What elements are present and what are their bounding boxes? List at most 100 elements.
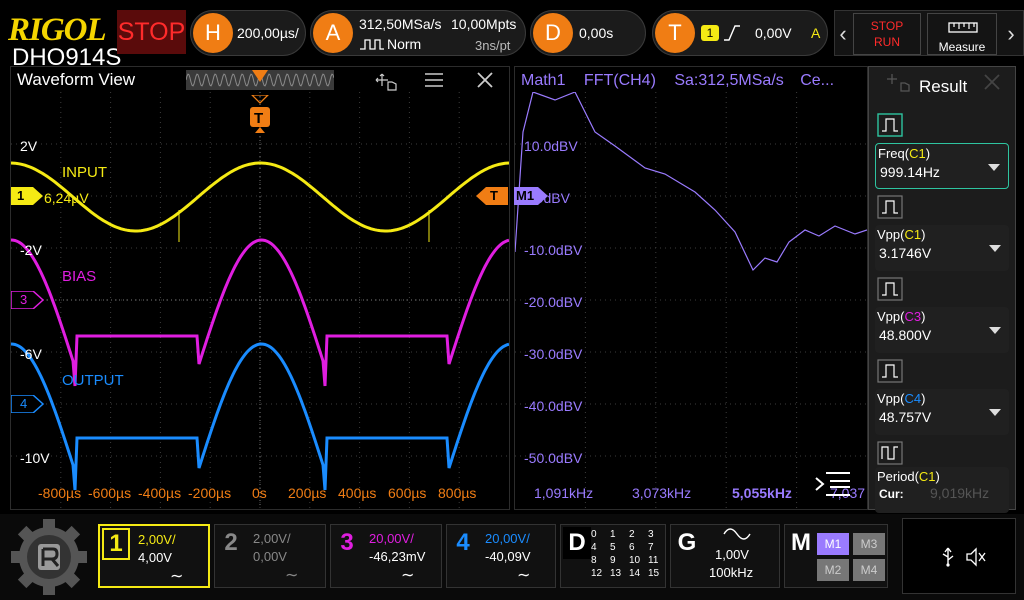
math-ref-control[interactable]: M M1 M3 M2 M4: [784, 524, 888, 588]
ch1-control[interactable]: 1 2,00V/ 4,00V ∼: [98, 524, 210, 588]
trigger-time-label: T: [254, 110, 264, 127]
ch4-control[interactable]: 4 20,00V/ -40,09V ∼: [446, 524, 556, 588]
ch4-scale: 20,00V/: [485, 531, 530, 546]
digital-bit: 12: [591, 568, 603, 579]
sample-rate-value: 312,50MSa/s: [359, 16, 442, 32]
time-label: 0s: [252, 485, 267, 501]
math-ref-label: M: [791, 529, 811, 556]
ch1-number: 1: [102, 528, 130, 560]
freq-label: 1,091kHz: [534, 485, 594, 501]
result-item-vpp-c4[interactable]: Vpp(C4) 48.757V: [875, 389, 1009, 435]
pulse-icon: [877, 113, 903, 137]
measure-button[interactable]: Measure: [927, 13, 997, 55]
digital-label: D: [563, 527, 591, 559]
fft-sample-rate: Sa:312,5MSa/s: [674, 72, 784, 89]
result-label: Period(C1): [877, 469, 940, 484]
digital-bits-grid: 0 1 2 3 4 5 6 7 8 9 10 11 12 13 14 15: [591, 529, 665, 585]
db-label: 10.0dBV: [524, 138, 578, 154]
ruler-icon: [948, 22, 978, 33]
pulse-icon: [877, 277, 903, 301]
result-value: 3.1746V: [879, 245, 932, 261]
rigol-menu-gear-icon[interactable]: [10, 518, 88, 596]
bias-trace-label: BIAS: [62, 268, 97, 285]
ch2-scale: 2,00V/: [253, 531, 291, 546]
trigger-position-marker[interactable]: [252, 70, 268, 82]
trigger-level-marker-label: T: [490, 188, 498, 203]
result-panel: Result Freq(C1) 999.14Hz Vpp(C1) 3.1746V…: [868, 66, 1016, 513]
right-toolbar: ‹ STOP RUN Measure ›: [834, 10, 1024, 56]
ch3-control[interactable]: 3 20,00V/ -46,23mV ∼: [330, 524, 442, 588]
digital-bit: 1: [610, 529, 616, 540]
result-item-vpp-c1[interactable]: Vpp(C1) 3.1746V: [875, 225, 1009, 271]
chevron-down-icon[interactable]: [989, 409, 1001, 416]
chevron-down-icon[interactable]: [988, 164, 1000, 171]
acquire-pill[interactable]: A 312,50MSa/s 10,00Mpts Norm 3ns/pt: [310, 10, 526, 56]
digital-bit: 5: [610, 542, 616, 553]
generator-frequency: 100kHz: [709, 565, 754, 580]
db-label: -20.0dBV: [524, 294, 583, 310]
close-icon[interactable]: [476, 71, 494, 89]
math-marker-label: M1: [516, 188, 535, 203]
digital-control[interactable]: D 0 1 2 3 4 5 6 7 8 9 10 11 12 13 14 15: [560, 524, 666, 588]
time-label: -400µs: [138, 485, 182, 501]
result-item-vpp-c3[interactable]: Vpp(C3) 48.800V: [875, 307, 1009, 353]
horizontal-pill[interactable]: H 200,00µs/: [190, 10, 306, 56]
measure-label: Measure: [938, 40, 986, 54]
digital-bit: 3: [648, 529, 654, 540]
ac-coupling-icon: ∼: [170, 568, 184, 585]
collapse-menu-icon[interactable]: [814, 470, 852, 498]
volt-label: -10V: [20, 450, 50, 466]
chevron-down-icon[interactable]: [989, 245, 1001, 252]
result-label: Vpp(C3): [877, 309, 926, 324]
speaker-muted-icon[interactable]: [965, 547, 987, 567]
ac-coupling-icon: ∼: [285, 567, 299, 584]
close-result-icon[interactable]: [983, 73, 1001, 91]
ch4-number: 4: [456, 529, 470, 556]
stop-run-button[interactable]: STOP RUN: [853, 13, 921, 55]
result-value: 999.14Hz: [880, 164, 940, 180]
result-value: Cur:: [879, 487, 904, 501]
freq-label: 5,055kHz: [732, 485, 792, 501]
result-value: 48.757V: [879, 409, 932, 425]
volt-label: 2V: [20, 138, 38, 154]
ch1-marker-label: 1: [17, 188, 25, 203]
math-item-m4[interactable]: M4: [853, 559, 885, 581]
generator-label: G: [677, 529, 697, 556]
result-value: 48.800V: [879, 327, 932, 343]
ch3-marker[interactable]: [11, 291, 45, 309]
chevron-left-icon[interactable]: ‹: [835, 11, 851, 57]
ch2-control[interactable]: 2 2,00V/ 0,00V ∼: [214, 524, 326, 588]
timebase-value: 200,00µs/: [237, 25, 299, 41]
math-item-m3[interactable]: M3: [853, 533, 885, 555]
touch-gesture-icon[interactable]: [372, 70, 400, 92]
menu-icon[interactable]: [424, 72, 444, 88]
chevron-down-icon[interactable]: [989, 327, 1001, 334]
ch4-marker[interactable]: [11, 395, 45, 413]
generator-amplitude: 1,00V: [715, 547, 749, 562]
trigger-badge: T: [655, 13, 695, 53]
result-title: Result: [919, 77, 968, 96]
fft-center: Ce...: [800, 72, 835, 89]
math-item-m2[interactable]: M2: [817, 559, 849, 581]
delay-pill[interactable]: D 0,00s: [530, 10, 646, 56]
gear-tooth: [43, 583, 55, 595]
db-label: -30.0dBV: [524, 346, 583, 362]
chevron-right-icon[interactable]: ›: [1003, 11, 1019, 57]
trigger-pill[interactable]: T 1 0,00V A: [652, 10, 828, 56]
digital-bit: 9: [610, 555, 616, 566]
waveform-plot[interactable]: [11, 92, 509, 508]
touch-icon: [887, 74, 910, 92]
result-label: Freq(C1): [878, 146, 931, 161]
input-trace-label: INPUT: [62, 164, 107, 181]
digital-bit: 13: [610, 568, 622, 579]
run-state-button[interactable]: STOP: [117, 10, 186, 54]
output-trace-label: OUTPUT: [62, 372, 124, 389]
math-item-m1[interactable]: M1: [817, 533, 849, 555]
rising-edge-icon: [724, 25, 740, 41]
result-label: Vpp(C1): [877, 227, 926, 242]
trigger-source-badge: 1: [701, 25, 719, 41]
result-item-freq[interactable]: Freq(C1) 999.14Hz: [875, 143, 1009, 189]
gear-tooth: [43, 519, 55, 531]
time-label: 800µs: [438, 485, 477, 501]
generator-control[interactable]: G 1,00V 100kHz: [670, 524, 780, 588]
